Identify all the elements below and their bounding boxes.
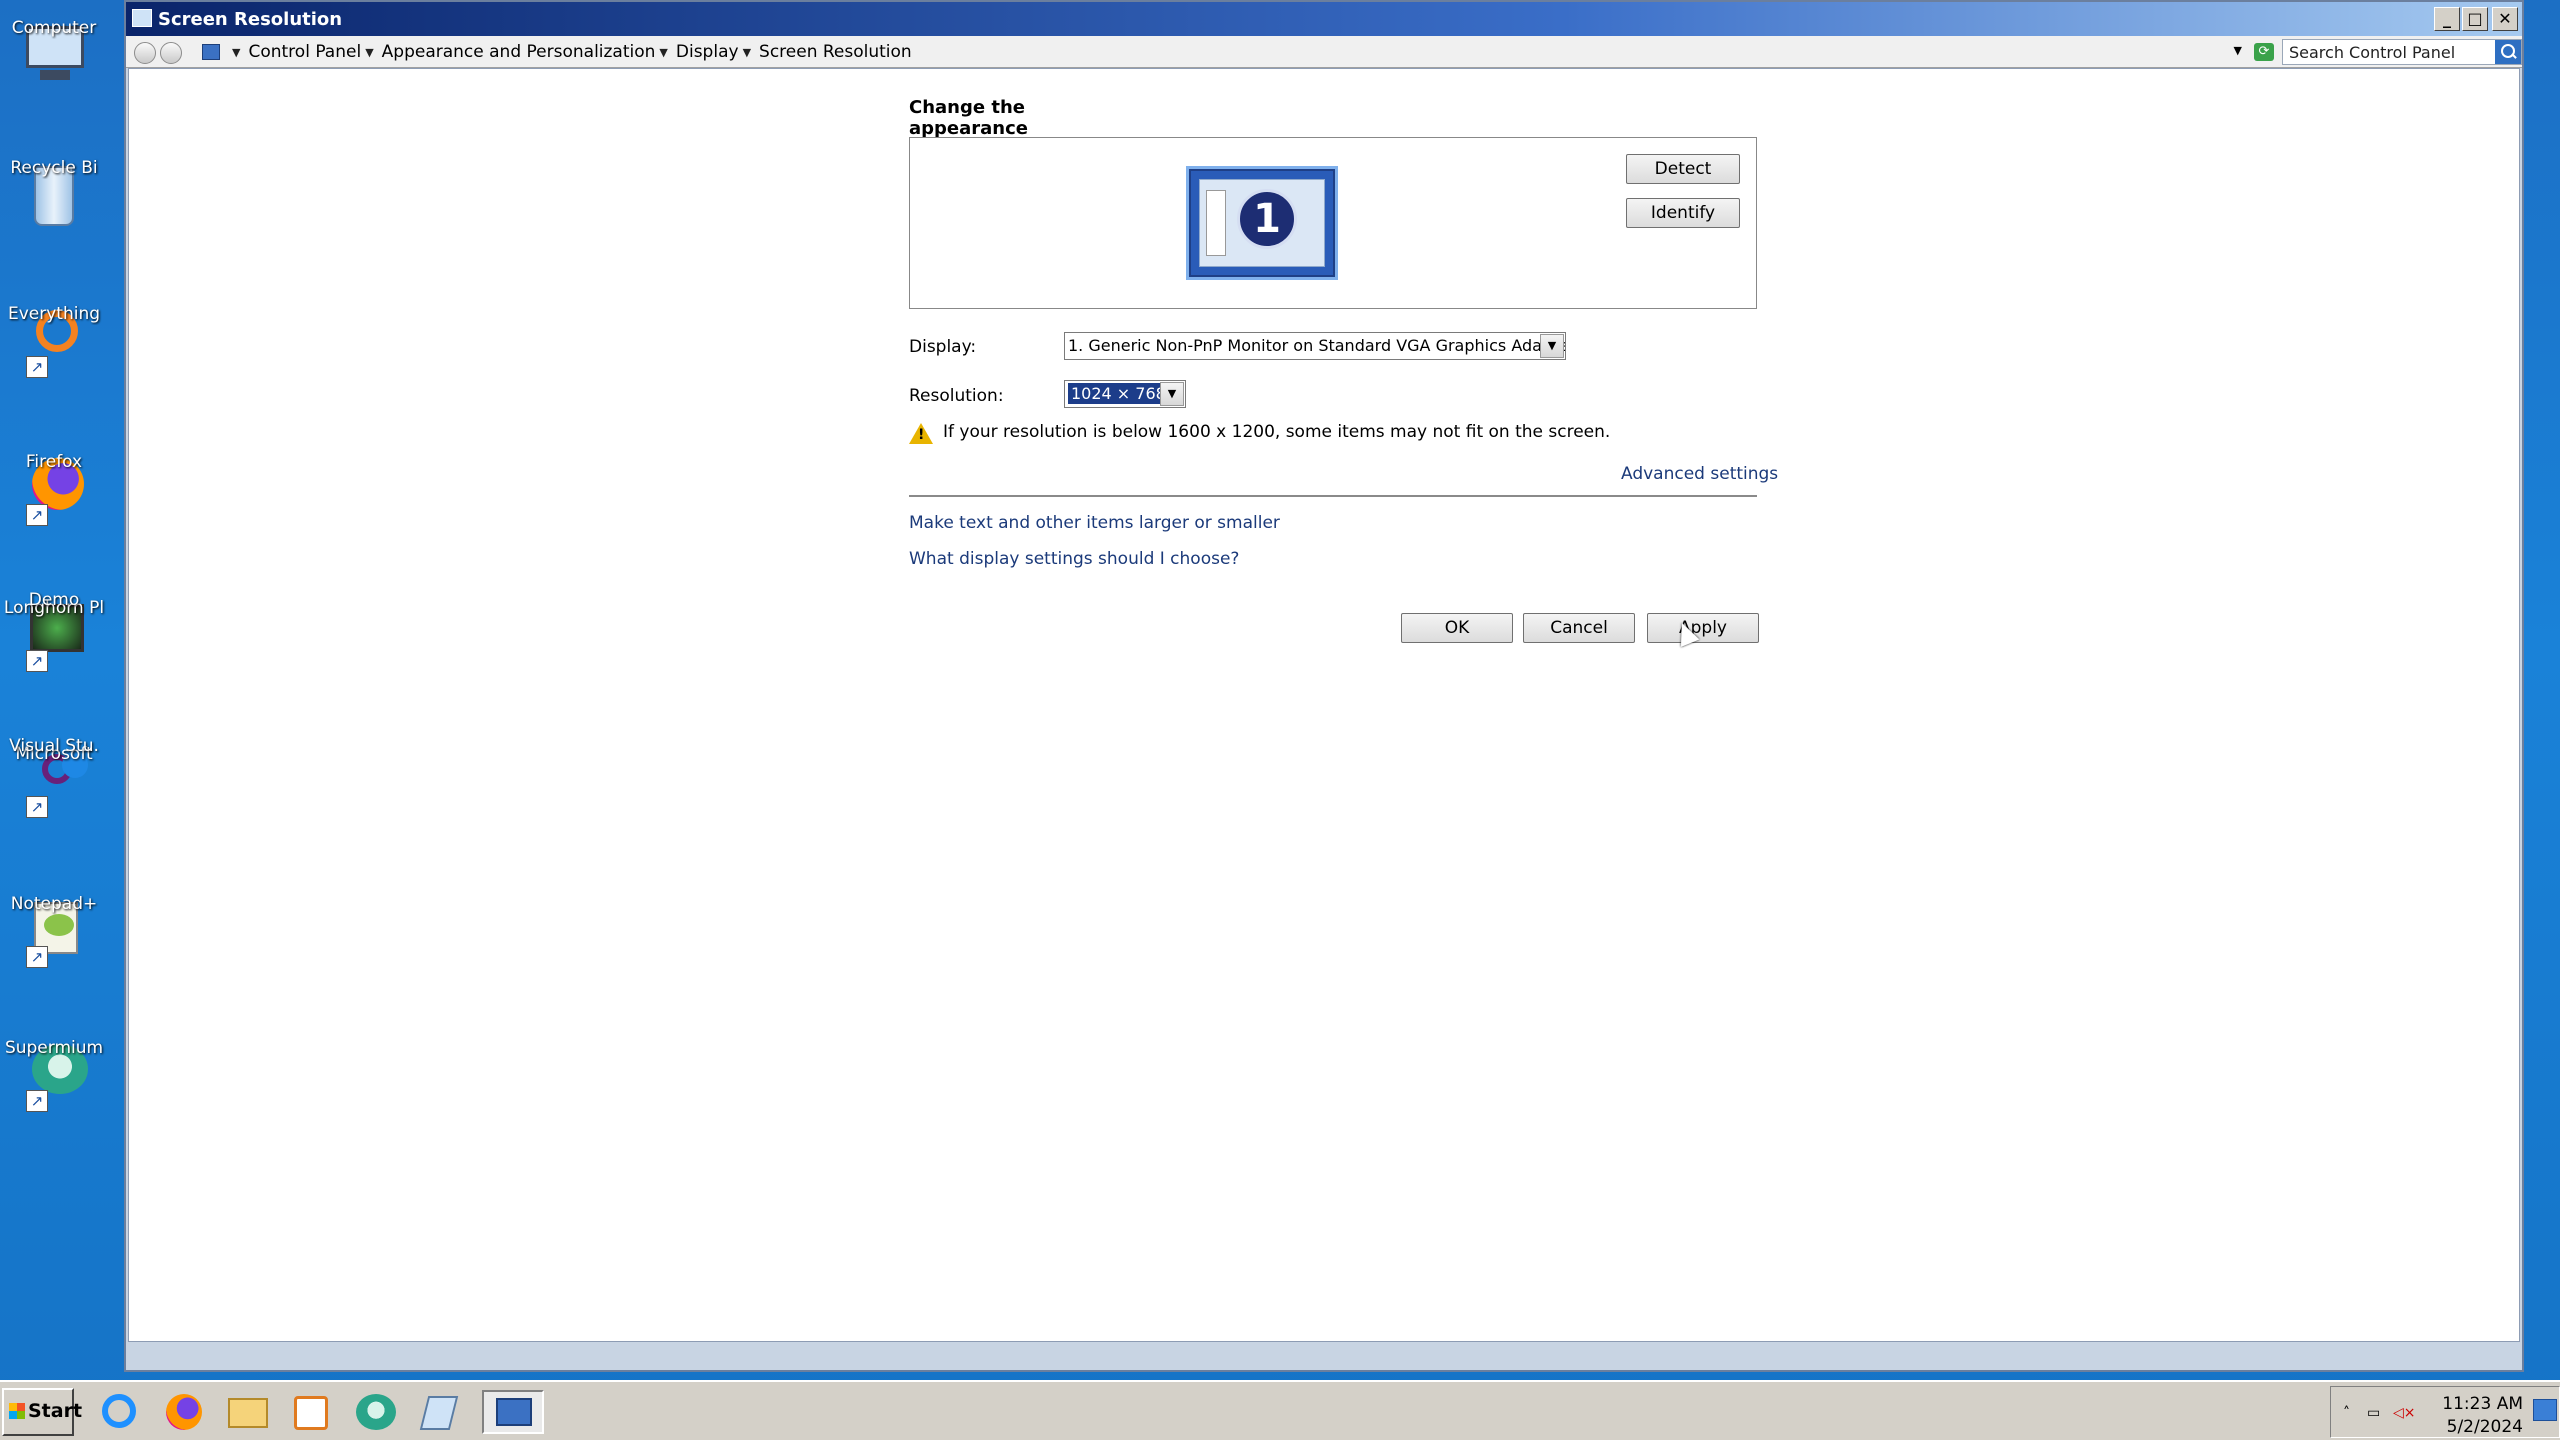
address-history-dropdown-icon[interactable]: ▼ [2234,44,2242,57]
desktop-icon-firefox[interactable]: ↗ Firefox [0,444,108,574]
address-bar: ▼ Control Panel ▼ Appearance and Persona… [126,36,2522,68]
search-input[interactable] [2289,42,2489,62]
window-title: Screen Resolution [158,9,343,30]
divider [909,495,1757,497]
taskbar-internet-explorer[interactable] [94,1390,142,1434]
taskbar-notepad[interactable] [414,1390,462,1434]
desktop-icon-label-line2: Visual Stu. [9,736,99,756]
clock[interactable]: 11:23 AM 5/2/2024 [2442,1393,2523,1439]
detect-button[interactable]: Detect [1626,154,1740,184]
minimize-button[interactable]: _ [2434,7,2460,31]
chevron-down-icon[interactable]: ▼ [1160,382,1184,406]
apply-button[interactable]: Apply [1647,613,1759,643]
search-icon[interactable] [2495,40,2521,64]
screen-resolution-window: Screen Resolution _ □ ✕ ▼ Control Panel … [124,0,2524,1372]
supermium-icon [356,1394,396,1430]
desktop-icon-recycle-bin[interactable]: Recycle Bi [0,150,108,280]
desktop-icon-label: Recycle Bi [10,158,98,178]
monitor-arrangement-panel: 1 Detect Identify [909,137,1757,309]
volume-muted-icon[interactable]: ◁× [2393,1405,2416,1421]
chevron-down-icon[interactable]: ▼ [659,46,667,59]
windows-logo-icon [9,1403,25,1419]
taskbar-firefox[interactable] [158,1390,206,1434]
desktop-icon-supermium[interactable]: ↗ Supermium [0,1030,108,1160]
advanced-settings-link[interactable]: Advanced settings [1621,464,1778,484]
system-tray: ˄ ▭ ◁× 11:23 AM 5/2/2024 [2330,1386,2560,1438]
desktop-icon-everything[interactable]: ↗ Everything [0,296,108,426]
network-icon[interactable]: ▭ [2367,1405,2380,1421]
breadcrumb-display[interactable]: Display [676,42,739,62]
monitor-1-thumbnail[interactable]: 1 [1186,166,1338,280]
taskbar-media-player[interactable] [286,1390,334,1434]
shortcut-arrow-icon: ↗ [26,504,48,526]
desktop-icon-label: Computer [11,18,97,38]
desktop-icon-visual-studio[interactable]: ↗ Microsoft Visual Stu. [0,736,108,866]
title-bar[interactable]: Screen Resolution _ □ ✕ [126,2,2522,36]
close-button[interactable]: ✕ [2492,7,2518,31]
identify-button[interactable]: Identify [1626,198,1740,228]
desktop-icon-longhorn[interactable]: ↗ Longhorn Pl Demo [0,590,108,720]
desktop-icon-label: Supermium [4,1038,104,1058]
monitor-number-badge: 1 [1237,189,1297,249]
resolution-warning-text: If your resolution is below 1600 x 1200,… [943,422,1611,442]
forward-button[interactable] [160,42,182,64]
internet-explorer-icon [102,1394,136,1428]
desktop-icon-label: Everything [7,304,101,324]
ok-button[interactable]: OK [1401,613,1513,643]
display-select[interactable]: 1. Generic Non-PnP Monitor on Standard V… [1064,332,1566,360]
resolution-select-value: 1024 × 768 [1067,382,1170,405]
desktop-icon-label-line2: Demo [28,590,80,610]
taskbar: Start ˄ ▭ ◁× 11:23 AM 5/2/2024 [0,1380,2560,1440]
cancel-button[interactable]: Cancel [1523,613,1635,643]
display-select-value: 1. Generic Non-PnP Monitor on Standard V… [1068,336,1566,355]
display-app-icon [132,9,152,27]
display-help-link[interactable]: What display settings should I choose? [909,549,1239,569]
chevron-down-icon[interactable]: ▼ [743,46,751,59]
chevron-down-icon[interactable]: ▼ [365,46,373,59]
breadcrumb: ▼ Control Panel ▼ Appearance and Persona… [202,41,912,63]
desktop-icon-computer[interactable]: Computer [0,10,108,140]
shortcut-arrow-icon: ↗ [26,356,48,378]
shortcut-arrow-icon: ↗ [26,650,48,672]
resolution-select[interactable]: 1024 × 768 ▼ [1064,380,1186,408]
media-player-icon [294,1396,328,1430]
breadcrumb-control-panel[interactable]: Control Panel [248,42,361,62]
back-button[interactable] [134,42,156,64]
file-explorer-icon [228,1398,268,1428]
desktop-icon-notepadpp[interactable]: ↗ Notepad+ [0,886,108,1016]
display-label: Display: [909,337,977,357]
clock-time: 11:23 AM [2442,1394,2523,1414]
desktop-icon-label: Firefox [25,452,83,472]
notepad-icon [419,1396,459,1430]
refresh-icon[interactable]: ⟳ [2254,43,2274,61]
breadcrumb-appearance[interactable]: Appearance and Personalization [382,42,656,62]
firefox-icon [166,1394,202,1430]
clock-date: 5/2/2024 [2446,1417,2523,1437]
shortcut-arrow-icon: ↗ [26,1090,48,1112]
chevron-down-icon[interactable]: ▼ [232,46,240,59]
search-box[interactable] [2282,39,2522,65]
content-pane: Change the appearance of your display 1 … [128,68,2520,1342]
shortcut-arrow-icon: ↗ [26,946,48,968]
chevron-down-icon[interactable]: ▼ [1540,334,1564,358]
maximize-button[interactable]: □ [2462,7,2488,31]
taskbar-file-explorer[interactable] [222,1390,270,1434]
control-panel-icon [202,44,220,60]
show-desktop-button[interactable] [2533,1399,2557,1421]
shortcut-arrow-icon: ↗ [26,796,48,818]
resolution-label: Resolution: [909,386,1004,406]
screen-resolution-icon [496,1398,532,1426]
start-label: Start [28,1400,83,1422]
start-button[interactable]: Start [2,1388,82,1436]
text-size-link[interactable]: Make text and other items larger or smal… [909,513,1280,533]
show-hidden-icons-icon[interactable]: ˄ [2343,1405,2350,1421]
taskbar-supermium[interactable] [350,1390,398,1434]
desktop-icon-label: Notepad+ [10,894,98,914]
warning-icon [909,423,933,444]
taskbar-screen-resolution[interactable] [482,1390,544,1434]
breadcrumb-screen-resolution: Screen Resolution [759,42,912,62]
